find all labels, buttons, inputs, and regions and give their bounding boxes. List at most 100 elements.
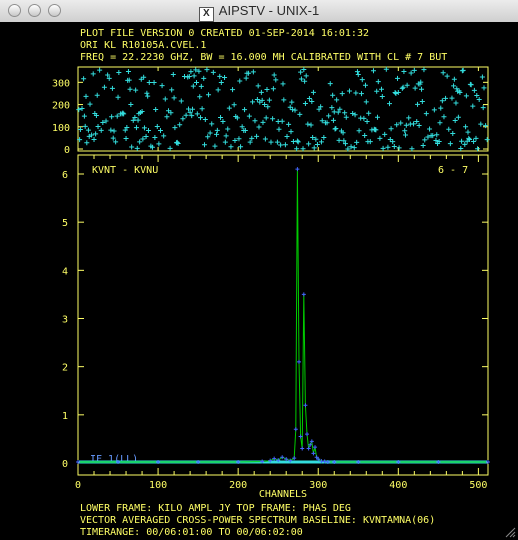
phase-point <box>271 72 277 78</box>
phase-point <box>309 98 315 104</box>
resize-grip-icon[interactable] <box>504 526 516 538</box>
phase-point <box>183 112 189 118</box>
phase-axes: 0 100 200 300 <box>52 67 488 156</box>
phase-point <box>484 137 490 143</box>
phase-point <box>305 121 311 127</box>
phase-point <box>197 94 203 100</box>
phase-point <box>140 136 146 142</box>
phase-point <box>209 121 215 127</box>
amp-y-tick-label: 3 <box>62 315 68 326</box>
phase-point <box>354 69 360 75</box>
phase-point <box>262 136 268 142</box>
phase-point <box>246 113 252 119</box>
phase-point <box>395 75 401 81</box>
phase-point <box>301 66 307 72</box>
phase-point <box>421 67 427 73</box>
header-line-1: PLOT FILE VERSION 0 CREATED 01-SEP-2014 … <box>80 28 369 39</box>
phase-point <box>180 116 186 122</box>
phase-point <box>354 139 360 145</box>
phase-point <box>109 114 115 120</box>
phase-point <box>295 139 301 145</box>
phase-point <box>145 93 151 99</box>
phase-point <box>439 98 445 104</box>
phase-point <box>217 73 223 79</box>
phase-point <box>483 123 489 129</box>
phase-point <box>190 83 196 89</box>
phase-point <box>83 93 89 99</box>
phase-point <box>387 101 393 107</box>
phase-point <box>254 96 260 102</box>
phase-point <box>406 115 412 121</box>
phase-point <box>411 121 417 127</box>
phase-point <box>379 94 385 100</box>
phase-point <box>79 106 85 112</box>
amp-point <box>300 446 305 451</box>
phase-point <box>343 114 349 120</box>
phase-point <box>298 69 304 75</box>
phase-point <box>478 121 484 127</box>
phase-point <box>123 136 129 142</box>
amp-x-tick-label: 400 <box>389 480 407 491</box>
phase-point <box>207 130 213 136</box>
phase-point <box>256 124 262 130</box>
phase-point <box>214 127 220 133</box>
phase-point <box>419 98 425 104</box>
amp-point <box>301 292 306 297</box>
amp-y-tick-label: 4 <box>62 266 68 277</box>
phase-point <box>393 90 399 96</box>
phase-point <box>167 145 173 151</box>
phase-point <box>133 87 139 93</box>
phase-point <box>415 101 421 107</box>
phase-point <box>458 146 464 152</box>
phase-point <box>276 126 282 132</box>
phase-point <box>243 75 249 81</box>
header-line-3: FREQ = 22.2230 GHZ, BW = 16.000 MH CALIB… <box>80 52 447 63</box>
phase-point <box>326 113 332 119</box>
amp-y-tick-label: 1 <box>62 411 68 422</box>
phase-point <box>471 87 477 93</box>
phase-point <box>254 133 260 139</box>
amplitude-series <box>76 167 490 465</box>
phase-point <box>98 127 104 133</box>
phase-point <box>215 87 221 93</box>
phase-point <box>399 85 405 91</box>
phase-point <box>171 95 177 101</box>
aipstv-window: X AIPSTV - UNIX-1 PLOT FILE VERSION 0 CRE… <box>0 0 518 540</box>
amp-x-tick-label: 500 <box>469 480 487 491</box>
phase-point <box>333 126 339 132</box>
phase-point <box>431 107 437 113</box>
phase-point <box>367 139 373 145</box>
phase-point <box>141 125 147 131</box>
amp-point <box>305 432 310 437</box>
phase-point <box>116 70 122 76</box>
phase-point <box>258 89 264 95</box>
phase-point <box>157 128 163 134</box>
phase-point <box>152 134 158 140</box>
phase-point <box>222 74 228 80</box>
phase-point <box>172 125 178 131</box>
amp-x-tick-label: 300 <box>309 480 327 491</box>
phase-point <box>201 75 207 81</box>
x-axis-title: CHANNELS <box>259 489 307 500</box>
phase-point <box>380 145 386 151</box>
phase-y-tick-label: 0 <box>64 145 70 156</box>
phase-point <box>378 86 384 92</box>
phase-point <box>127 86 133 92</box>
amp-point <box>311 451 316 456</box>
phase-point <box>273 77 279 83</box>
phase-point <box>419 86 425 92</box>
phase-point <box>336 137 342 143</box>
phase-point <box>463 124 469 130</box>
phase-point <box>434 132 440 138</box>
phase-point <box>282 142 288 148</box>
phase-point <box>153 106 159 112</box>
phase-point <box>202 116 208 122</box>
phase-point <box>242 107 248 113</box>
phase-point <box>134 145 140 151</box>
phase-point <box>263 115 269 121</box>
phase-point <box>228 144 234 150</box>
phase-point <box>94 92 100 98</box>
pair-label: 6 - 7 <box>438 165 468 176</box>
phase-point <box>401 68 407 74</box>
phase-point <box>355 72 361 78</box>
